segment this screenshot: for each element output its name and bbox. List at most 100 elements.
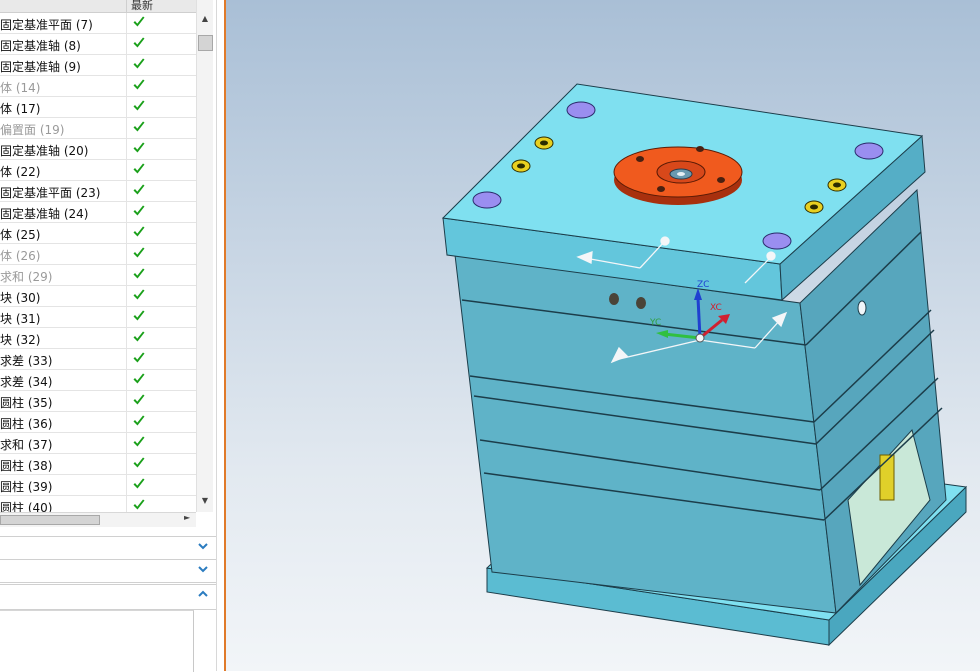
green-check-icon (133, 184, 145, 195)
green-check-icon (133, 58, 145, 69)
scroll-down-arrow-icon[interactable]: ▼ (197, 496, 213, 506)
green-check-icon (133, 331, 145, 342)
tree-row[interactable]: 固定基准轴 (24) (0, 202, 196, 223)
tree-row[interactable]: 固定基准平面 (23) (0, 181, 196, 202)
panel-1[interactable] (0, 536, 216, 560)
tree-row[interactable]: 体 (14) (0, 76, 196, 97)
tree-row[interactable]: 圆柱 (35) (0, 391, 196, 412)
green-check-icon (133, 415, 145, 426)
column-divider (126, 454, 127, 474)
tree-row-label: 固定基准轴 (9) (0, 60, 81, 74)
tree-row-label: 体 (17) (0, 102, 41, 116)
tree-row[interactable]: 圆柱 (39) (0, 475, 196, 496)
green-check-icon (133, 205, 145, 216)
tree-column-header[interactable]: 最新 (0, 0, 196, 13)
tree-row[interactable]: 体 (17) (0, 97, 196, 118)
tree-row-label: 固定基准平面 (23) (0, 186, 101, 200)
column-divider (126, 223, 127, 243)
green-check-icon (133, 352, 145, 363)
tree-row[interactable]: 固定基准平面 (7) (0, 13, 196, 34)
column-divider (126, 181, 127, 201)
tree-row[interactable]: 体 (25) (0, 223, 196, 244)
tree-row-label: 固定基准轴 (24) (0, 207, 89, 221)
tree-row[interactable]: 圆柱 (40) (0, 496, 196, 512)
tree-row-label: 求差 (33) (0, 354, 53, 368)
panel-3-body (0, 610, 194, 672)
chevron-down-icon[interactable] (196, 562, 210, 576)
green-check-icon (133, 394, 145, 405)
column-divider (126, 433, 127, 453)
tree-row[interactable]: 体 (26) (0, 244, 196, 265)
green-check-icon (133, 121, 145, 132)
panel-2[interactable] (0, 559, 216, 583)
green-check-icon (133, 100, 145, 111)
tree-row-label: 圆柱 (35) (0, 396, 53, 410)
tree-row[interactable]: 圆柱 (38) (0, 454, 196, 475)
column-divider (126, 475, 127, 495)
column-divider (126, 118, 127, 138)
tree-row[interactable]: 求和 (29) (0, 265, 196, 286)
column-divider (126, 286, 127, 306)
chevron-up-icon[interactable] (196, 587, 210, 601)
tree-row[interactable]: 求和 (37) (0, 433, 196, 454)
scroll-thumb[interactable] (198, 35, 213, 51)
tree-row-label: 求差 (34) (0, 375, 53, 389)
mold-assembly-view[interactable]: ZC XC YC (226, 0, 980, 671)
column-divider (126, 244, 127, 264)
column-divider (126, 496, 127, 512)
graphics-window[interactable]: ZC XC YC (226, 0, 980, 671)
green-check-icon (133, 247, 145, 258)
tree-row[interactable]: 体 (22) (0, 160, 196, 181)
column-divider (126, 34, 127, 54)
chevron-down-icon[interactable] (196, 539, 210, 553)
tree-row-label: 固定基准轴 (20) (0, 144, 89, 158)
column-divider (126, 97, 127, 117)
tree-row[interactable]: 块 (31) (0, 307, 196, 328)
tree-row[interactable]: 块 (32) (0, 328, 196, 349)
header-divider (126, 0, 127, 12)
tree-horizontal-scrollbar[interactable]: ► (0, 512, 196, 527)
tree-row-label: 固定基准平面 (7) (0, 18, 93, 32)
column-divider (126, 307, 127, 327)
column-header-latest: 最新 (131, 0, 153, 12)
tree-row-label: 偏置面 (19) (0, 123, 65, 137)
tree-row-label: 圆柱 (38) (0, 459, 53, 473)
green-check-icon (133, 16, 145, 27)
hscroll-thumb[interactable] (0, 515, 100, 525)
tree-row-label: 固定基准轴 (8) (0, 39, 81, 53)
part-navigator: 最新 固定基准平面 (7) 固定基准轴 (8) 固定基准轴 (9) 体 (14) 体 (… (0, 0, 224, 672)
column-divider (126, 391, 127, 411)
tree-row-label: 圆柱 (40) (0, 501, 53, 512)
tree-row[interactable]: 块 (30) (0, 286, 196, 307)
tree-row-label: 体 (25) (0, 228, 41, 242)
tree-row[interactable]: 求差 (34) (0, 370, 196, 391)
tree-row-label: 块 (30) (0, 291, 41, 305)
green-check-icon (133, 457, 145, 468)
green-check-icon (133, 436, 145, 447)
triad-yc-label: YC (649, 318, 661, 328)
tree-row-label: 圆柱 (39) (0, 480, 53, 494)
tree-row[interactable]: 偏置面 (19) (0, 118, 196, 139)
green-check-icon (133, 226, 145, 237)
tree-row-label: 块 (31) (0, 312, 41, 326)
tree-vertical-scrollbar[interactable]: ▲ ▼ (196, 0, 213, 512)
tree-row-label: 圆柱 (36) (0, 417, 53, 431)
tree-row[interactable]: 固定基准轴 (20) (0, 139, 196, 160)
scroll-up-arrow-icon[interactable]: ▲ (197, 14, 213, 24)
panel-3[interactable] (0, 584, 216, 610)
green-check-icon (133, 163, 145, 174)
triad-xc-label: XC (710, 303, 722, 313)
tree-row[interactable]: 圆柱 (36) (0, 412, 196, 433)
tree-row-label: 求和 (29) (0, 270, 53, 284)
tree-row-label: 体 (22) (0, 165, 41, 179)
tree-row[interactable]: 固定基准轴 (8) (0, 34, 196, 55)
column-divider (126, 265, 127, 285)
green-check-icon (133, 79, 145, 90)
scroll-right-arrow-icon[interactable]: ► (184, 513, 190, 522)
feature-tree: 最新 固定基准平面 (7) 固定基准轴 (8) 固定基准轴 (9) 体 (14) 体 (… (0, 0, 196, 512)
locating-ring[interactable] (613, 146, 743, 205)
ejector-pin (879, 454, 895, 501)
tree-row[interactable]: 固定基准轴 (9) (0, 55, 196, 76)
triad-zc-label: ZC (697, 280, 709, 290)
tree-row[interactable]: 求差 (33) (0, 349, 196, 370)
